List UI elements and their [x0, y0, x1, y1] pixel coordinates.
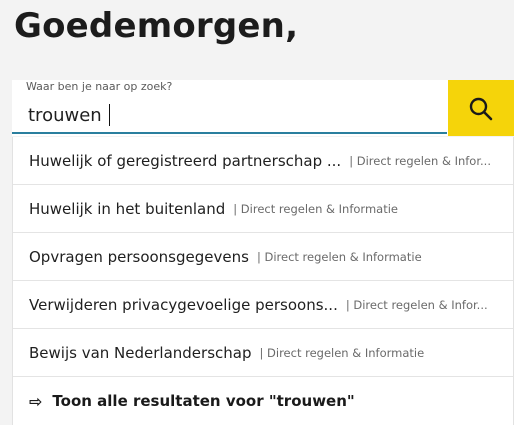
show-all-results-link[interactable]: ⇨ Toon alle resultaten voor "trouwen": [13, 377, 513, 425]
suggestion-title: Huwelijk of geregistreerd partnerschap .…: [29, 151, 342, 170]
suggestion-item[interactable]: Bewijs van Nederlanderschap | Direct reg…: [13, 329, 513, 377]
suggestion-category: | Direct regelen & Informatie: [259, 345, 425, 360]
suggestion-title: Verwijderen privacygevoelige persoons...: [29, 295, 338, 314]
suggestion-item[interactable]: Huwelijk of geregistreerd partnerschap .…: [13, 137, 513, 185]
suggestion-item[interactable]: Verwijderen privacygevoelige persoons...…: [13, 281, 513, 329]
suggestion-category: | Direct regelen & Infor...: [349, 153, 491, 168]
arrow-right-icon: ⇨: [29, 391, 43, 411]
search-box: Waar ben je naar op zoek?: [12, 80, 514, 136]
search-button[interactable]: [448, 80, 514, 136]
suggestion-category: | Direct regelen & Informatie: [256, 249, 422, 264]
suggestion-item[interactable]: Opvragen persoonsgegevens | Direct regel…: [13, 233, 513, 281]
suggestion-list: Huwelijk of geregistreerd partnerschap .…: [12, 137, 514, 425]
suggestion-category: | Direct regelen & Informatie: [233, 201, 398, 216]
suggestion-title: Opvragen persoonsgegevens: [29, 247, 249, 266]
suggestion-item[interactable]: Huwelijk in het buitenland | Direct rege…: [13, 185, 513, 233]
show-all-label: Toon alle resultaten voor "trouwen": [52, 392, 355, 410]
search-label: Waar ben je naar op zoek?: [26, 80, 173, 93]
page-title: Goedemorgen,: [14, 6, 299, 46]
search-input[interactable]: [12, 98, 447, 134]
suggestion-category: | Direct regelen & Infor...: [345, 297, 488, 312]
suggestion-title: Huwelijk in het buitenland: [29, 199, 226, 218]
text-caret: [109, 104, 110, 126]
search-icon: [469, 97, 493, 121]
suggestion-title: Bewijs van Nederlanderschap: [29, 343, 252, 362]
